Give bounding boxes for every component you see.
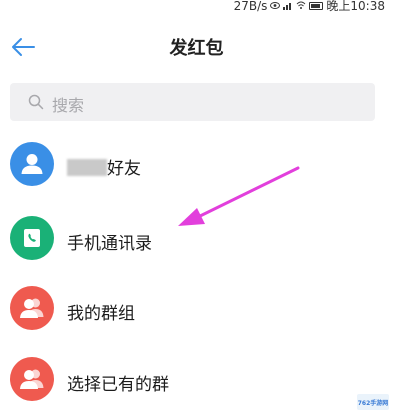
- list-item-label: 好友: [67, 154, 141, 179]
- page-title: 发红包: [169, 38, 224, 59]
- list-item-label: 我的群组: [67, 304, 135, 324]
- search-placeholder: 搜索: [52, 96, 85, 115]
- status-bar: 27B/s 晚上10:38: [0, 0, 393, 14]
- group-icon: [10, 286, 54, 330]
- list-item-phone-contacts[interactable]: 手机通讯录: [0, 208, 393, 272]
- phone-book-icon: [10, 216, 54, 260]
- status-indicators: 27B/s 晚上10:38: [234, 0, 385, 14]
- eye-icon: [270, 2, 281, 9]
- list-item-existing-group[interactable]: 选择已有的群: [0, 349, 393, 413]
- signal-icon: [283, 3, 292, 10]
- list-item-label: 手机通讯录: [67, 234, 152, 254]
- group-icon: [10, 357, 54, 401]
- search-icon: [28, 94, 44, 110]
- list-item-friends[interactable]: 好友: [0, 134, 393, 198]
- search-input[interactable]: 搜索: [10, 83, 375, 121]
- list-item-my-groups[interactable]: 我的群组: [0, 278, 393, 342]
- network-speed: 27B/s: [233, 0, 268, 13]
- app-header: 发红包: [0, 22, 393, 72]
- list-item-label: 选择已有的群: [67, 375, 169, 395]
- wifi-icon: [297, 1, 306, 9]
- person-icon: [10, 142, 54, 186]
- watermark-logo: 762手游网: [357, 394, 389, 410]
- battery-icon: [309, 1, 324, 10]
- redacted-name: [67, 159, 107, 176]
- clock: 晚上10:38: [326, 0, 385, 13]
